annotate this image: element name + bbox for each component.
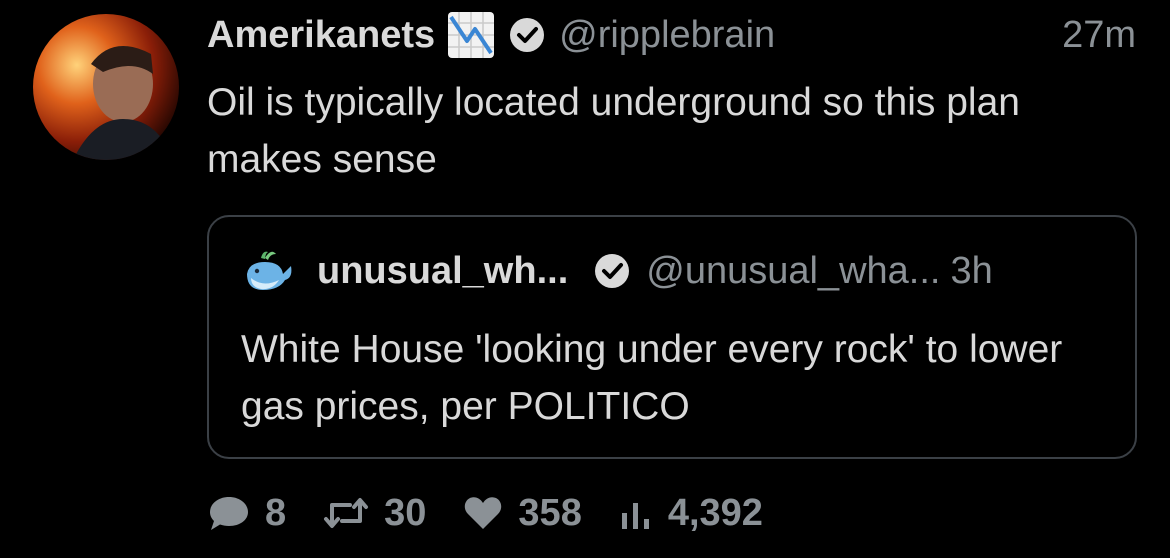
verified-badge-icon: [595, 254, 630, 288]
view-count: 4,392: [667, 491, 763, 534]
quoted-tweet-timestamp[interactable]: 3h: [950, 250, 992, 293]
chart-decreasing-icon: [448, 12, 495, 58]
views-bar-chart-icon: [621, 503, 649, 529]
whale-avatar-icon: [247, 251, 292, 290]
heart-icon: [465, 497, 502, 529]
author-handle[interactable]: @ripplebrain: [559, 14, 775, 57]
tweet-actions: 8 30 358 4,392: [207, 488, 799, 538]
author-avatar[interactable]: [33, 14, 179, 160]
retweet-button[interactable]: 30: [322, 492, 426, 535]
author-display-name[interactable]: Amerikanets: [207, 14, 435, 57]
quoted-tweet[interactable]: unusual_wh... @unusual_wha... 3h White H…: [207, 215, 1137, 459]
tweet-text: Oil is typically located underground so …: [207, 81, 1020, 181]
reply-count: 8: [265, 491, 287, 534]
tweet-header: Amerikanets @ripplebrain 27m: [207, 10, 1136, 60]
quoted-tweet-header: unusual_wh... @unusual_wha... 3h: [241, 245, 1107, 297]
quoted-tweet-text: White House 'looking under every rock' t…: [241, 328, 1063, 428]
reply-button[interactable]: 8: [207, 492, 286, 535]
retweet-icon: [324, 498, 369, 528]
like-button[interactable]: 358: [462, 491, 582, 535]
tweet-timestamp[interactable]: 27m: [1062, 14, 1136, 57]
like-count: 358: [518, 491, 582, 534]
verified-badge-icon: [510, 18, 545, 52]
avatar-image: [33, 14, 179, 160]
reply-bubble-icon: [210, 497, 248, 530]
quoted-author-display-name[interactable]: unusual_wh...: [317, 250, 568, 293]
retweet-count: 30: [384, 491, 427, 534]
views-button[interactable]: 4,392: [618, 492, 763, 535]
quoted-author-handle[interactable]: @unusual_wha...: [646, 250, 940, 293]
